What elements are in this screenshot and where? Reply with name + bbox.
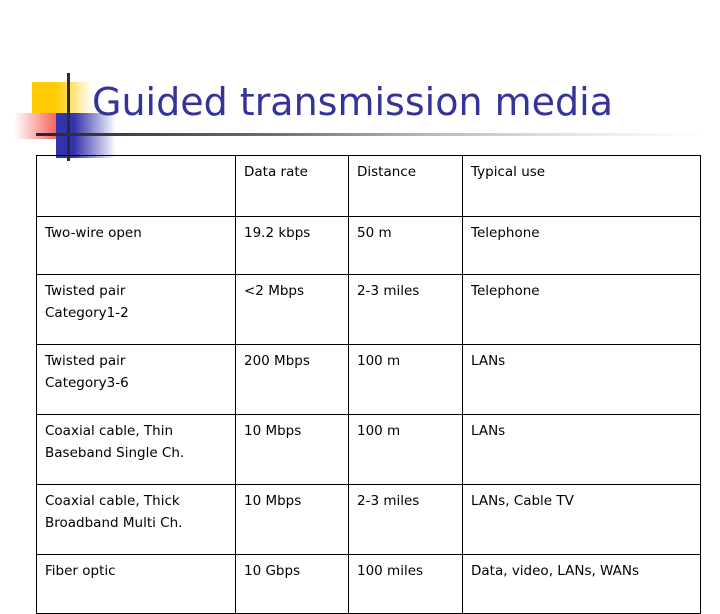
cell-medium-line: Coaxial cable, Thick: [45, 493, 180, 509]
cell-distance: 2-3 miles: [348, 484, 463, 555]
cell-medium: Twisted pair Category1-2: [36, 274, 236, 345]
column-header-typical-use: Typical use: [462, 155, 701, 217]
cell-typical-use: LANs, Cable TV: [462, 484, 701, 555]
cell-medium-line: Baseband Single Ch.: [45, 444, 185, 461]
table-row: Fiber optic 10 Gbps 100 miles Data, vide…: [36, 554, 701, 614]
transmission-media-table-container: Data rate Distance Typical use Two-wire …: [36, 155, 701, 614]
table-row: Twisted pair Category3-6 200 Mbps 100 m …: [36, 344, 701, 415]
cell-medium: Twisted pair Category3-6: [36, 344, 236, 415]
cell-typical-use: Telephone: [462, 216, 701, 275]
cell-medium: Coaxial cable, Thick Broadband Multi Ch.: [36, 484, 236, 555]
title-underline-rule: [56, 133, 706, 136]
cell-distance: 100 m: [348, 344, 463, 415]
cell-medium-line: Twisted pair: [45, 353, 126, 369]
cell-medium: Fiber optic: [36, 554, 236, 614]
cell-data-rate: 200 Mbps: [235, 344, 349, 415]
cell-medium-line: Coaxial cable, Thin: [45, 423, 174, 439]
table-row: Coaxial cable, Thin Baseband Single Ch. …: [36, 414, 701, 485]
table-row: Two-wire open 19.2 kbps 50 m Telephone: [36, 216, 701, 275]
cell-data-rate: 19.2 kbps: [235, 216, 349, 275]
table-row: Coaxial cable, Thick Broadband Multi Ch.…: [36, 484, 701, 555]
decoration-horizontal-line-short: [36, 133, 86, 136]
cell-medium-line: Category3-6: [45, 374, 129, 391]
cell-medium-line: Fiber optic: [45, 563, 116, 579]
cell-data-rate: <2 Mbps: [235, 274, 349, 345]
cell-typical-use: Data, video, LANs, WANs: [462, 554, 701, 614]
page-title: Guided transmission media: [92, 80, 613, 124]
cell-medium-line: Two-wire open: [45, 225, 142, 241]
cell-medium-line: Category1-2: [45, 304, 129, 321]
column-header-data-rate: Data rate: [235, 155, 349, 217]
transmission-media-table: Data rate Distance Typical use Two-wire …: [36, 155, 701, 614]
column-header-distance: Distance: [348, 155, 463, 217]
table-header-row: Data rate Distance Typical use: [36, 155, 701, 217]
cell-medium: Two-wire open: [36, 216, 236, 275]
cell-distance: 100 m: [348, 414, 463, 485]
cell-medium-line: Twisted pair: [45, 283, 126, 299]
decoration-yellow-square: [32, 82, 92, 115]
cell-medium: Coaxial cable, Thin Baseband Single Ch.: [36, 414, 236, 485]
cell-data-rate: 10 Gbps: [235, 554, 349, 614]
decoration-red-square: [14, 113, 66, 139]
cell-distance: 2-3 miles: [348, 274, 463, 345]
cell-typical-use: LANs: [462, 414, 701, 485]
cell-distance: 100 miles: [348, 554, 463, 614]
cell-data-rate: 10 Mbps: [235, 414, 349, 485]
cell-typical-use: LANs: [462, 344, 701, 415]
table-row: Twisted pair Category1-2 <2 Mbps 2-3 mil…: [36, 274, 701, 345]
cell-data-rate: 10 Mbps: [235, 484, 349, 555]
cell-medium-line: Broadband Multi Ch.: [45, 514, 183, 531]
cell-distance: 50 m: [348, 216, 463, 275]
column-header-medium: [36, 155, 236, 217]
cell-typical-use: Telephone: [462, 274, 701, 345]
decoration-vertical-line: [67, 73, 70, 161]
